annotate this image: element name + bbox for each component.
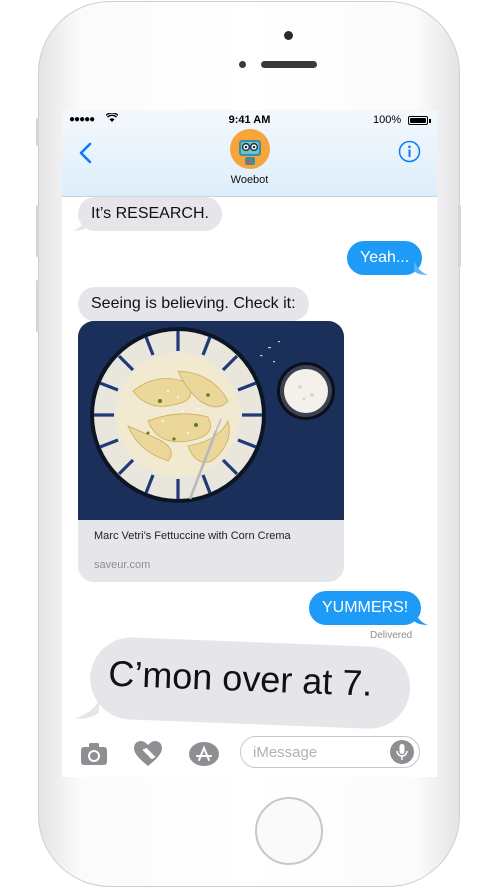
screen: ●●●●● 9:41 AM 100% Woebot It’s RESEARCH.… [62,110,437,777]
message-bubble-outgoing[interactable]: Yeah... [347,241,423,275]
conversation-header: ●●●●● 9:41 AM 100% Woebot [62,110,437,197]
food-photo [78,321,344,520]
imessage-placeholder: iMessage [253,744,318,761]
proximity-sensor [239,61,246,68]
input-bar: iMessage [62,734,437,777]
battery-icon [408,116,428,125]
digital-touch-icon[interactable] [132,740,164,768]
large-message[interactable]: C’mon over at 7. [74,635,419,741]
power-button [458,205,461,267]
volume-up-button [36,205,39,257]
front-camera [284,31,293,40]
earpiece-speaker [261,61,317,68]
bubble-tail [414,611,428,625]
link-preview-card[interactable]: Marc Vetri’s Fettuccine with Corn Crema … [78,321,344,582]
status-bar: ●●●●● 9:41 AM 100% [62,112,437,128]
link-title: Marc Vetri’s Fettuccine with Corn Crema [94,530,291,542]
app-store-icon[interactable] [188,740,220,768]
bubble-tail [414,261,428,275]
camera-icon[interactable] [78,740,110,768]
bubble-tail [74,700,100,719]
bubble-tail [73,217,87,231]
mute-switch [36,118,39,146]
volume-down-button [36,280,39,332]
home-button[interactable] [255,797,323,865]
battery-percent: 100% [373,114,402,126]
message-bubble-incoming[interactable]: Seeing is believing. Check it: [78,287,309,321]
message-bubble-incoming[interactable]: It’s RESEARCH. [78,197,222,231]
info-icon[interactable] [398,140,421,163]
chevron-left-icon[interactable] [76,140,98,166]
link-url: saveur.com [94,559,151,571]
delivered-status: Delivered [370,630,413,641]
contact-name: Woebot [230,174,269,186]
contact-avatar[interactable] [230,129,270,169]
message-bubble-outgoing[interactable]: YUMMERS! [309,591,422,625]
imessage-input[interactable]: iMessage [240,736,420,768]
microphone-icon[interactable] [390,740,414,764]
battery-terminal [429,119,431,123]
